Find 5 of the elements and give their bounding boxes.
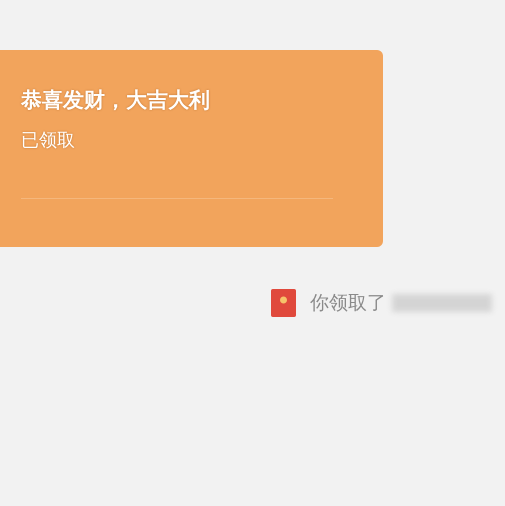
envelope-icon [271,289,296,317]
gift-envelope-card[interactable]: 恭喜发财，大吉大利 已领取 [0,50,383,247]
status-text: 已领取 [21,129,76,152]
greeting: 恭喜发财，大吉大利 [21,87,211,114]
notice-text: 你领取了 [310,291,386,316]
